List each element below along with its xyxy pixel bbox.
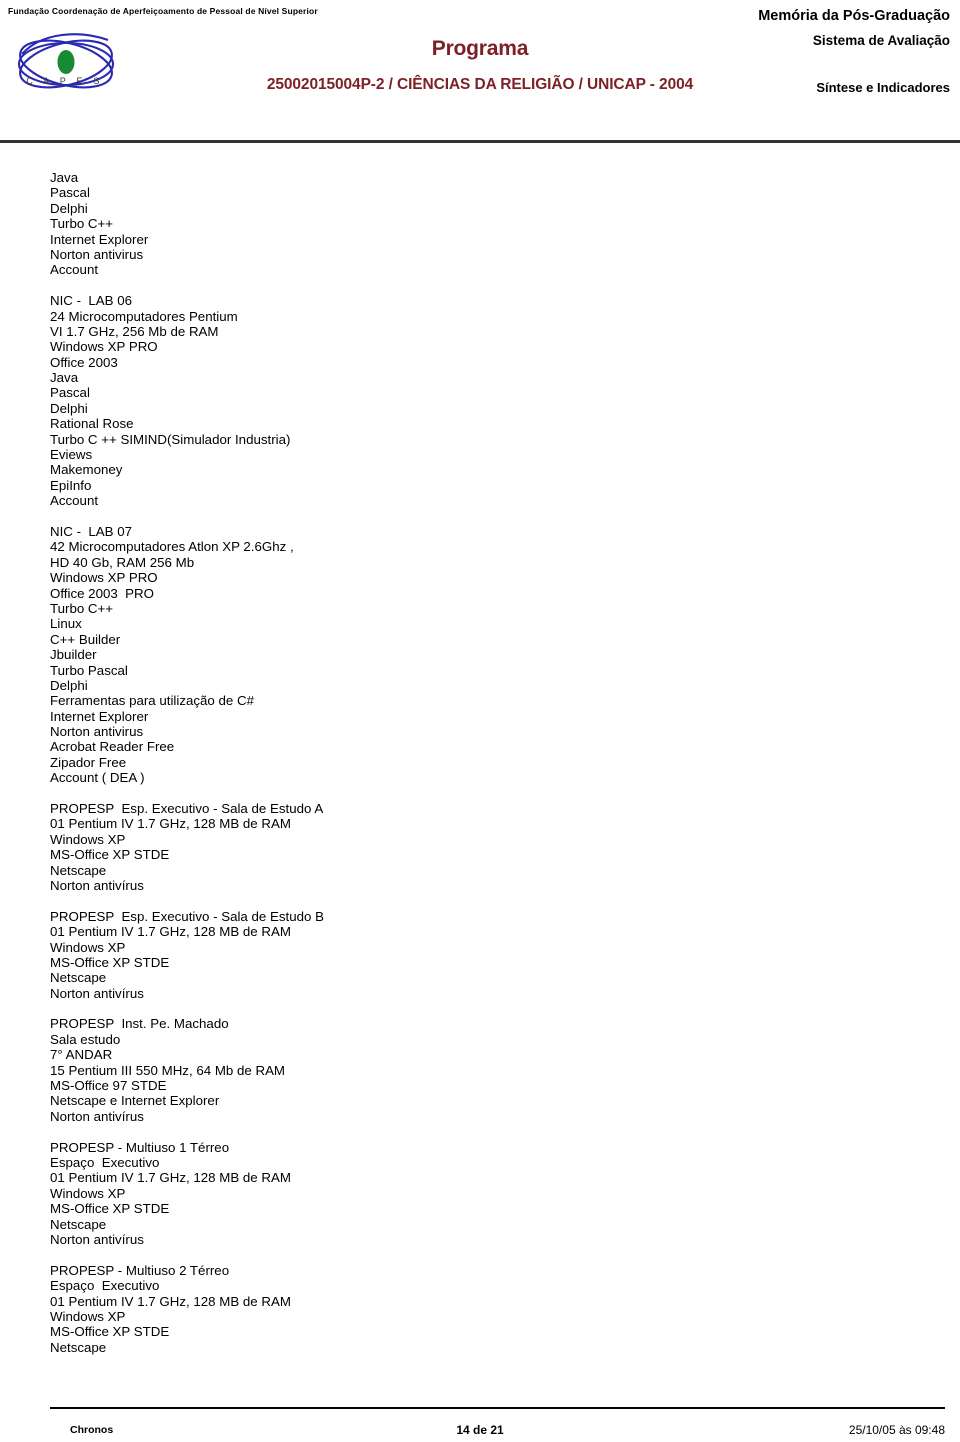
content-line: Espaço Executivo: [50, 1155, 160, 1170]
document-body: Java Pascal Delphi Turbo C++ Internet Explor…: [0, 170, 960, 1407]
content-line: Internet Explorer: [50, 231, 149, 247]
content-line: MS-Office XP STDE: [50, 847, 170, 863]
content-line: PROPESP - Multiuso 1 Térreo: [50, 1139, 230, 1155]
content-line: PROPESP Inst. Pe. Machado: [50, 1016, 229, 1032]
content-line: Office 2003 PRO: [50, 585, 154, 601]
system-subtitle: Sistema de Avaliação: [812, 33, 950, 48]
content-line: 24 Microcomputadores Pentium: [50, 308, 238, 324]
content-line: Account ( DEA ): [50, 770, 145, 786]
content-line: Windows XP: [50, 939, 126, 955]
content-line: Turbo C ++ SIMIND(Simulador Industria): [50, 431, 291, 447]
section-label: Síntese e Indicadores: [816, 80, 950, 95]
content-line: Zipador Free: [50, 754, 127, 770]
content-line: 01 Pentium IV 1.7 GHz, 128 MB de RAM: [50, 1170, 291, 1186]
content-line: Windows XP: [50, 1308, 126, 1324]
content-line: EpiInfo: [50, 477, 92, 493]
content-line: Internet Explorer: [50, 708, 149, 724]
header-divider: [0, 140, 960, 143]
content-line: Java: [50, 170, 79, 185]
content-line: Norton antivirus: [50, 246, 144, 262]
content-line: NIC - LAB 07: [50, 523, 133, 539]
capes-wordmark: C A P E S: [26, 76, 104, 86]
capes-logo-icon: [8, 24, 126, 116]
content-line: Ferramentas para utilização de C#: [50, 693, 254, 709]
content-line: MS-Office XP STDE: [50, 1201, 170, 1217]
content-line: 01 Pentium IV 1.7 GHz, 128 MB de RAM: [50, 924, 291, 940]
content-line: Norton antivirus: [50, 724, 144, 740]
content-line: PROPESP Esp. Executivo - Sala de Estudo …: [50, 908, 324, 924]
content-line: Makemoney: [50, 462, 123, 478]
content-line: Espaço Executivo: [50, 1278, 160, 1294]
content-line: Windows XP: [50, 831, 126, 847]
content-line: MS-Office XP STDE: [50, 954, 170, 970]
content-line: Windows XP: [50, 1185, 126, 1201]
content-line: Delphi: [50, 400, 88, 416]
content-line: Java: [50, 370, 79, 386]
content-line: Linux: [50, 616, 82, 632]
content-line: Netscape: [50, 1339, 107, 1355]
content-line: Rational Rose: [50, 416, 134, 432]
content-line: Jbuilder: [50, 647, 97, 663]
content-line: 15 Pentium III 550 MHz, 64 Mb de RAM: [50, 1062, 286, 1078]
capes-tagline: Fundação Coordenação de Aperfeiçoamento …: [8, 6, 318, 16]
content-line: NIC - LAB 06: [50, 293, 133, 309]
content-line: Netscape: [50, 1216, 107, 1232]
content-line: PROPESP Esp. Executivo - Sala de Estudo …: [50, 801, 324, 817]
content-line: Delphi: [50, 677, 88, 693]
content-line: 01 Pentium IV 1.7 GHz, 128 MB de RAM: [50, 816, 291, 832]
content-line: VI 1.7 GHz, 256 Mb de RAM: [50, 323, 219, 339]
content-line: MS-Office 97 STDE: [50, 1078, 167, 1094]
content-line: Turbo C++: [50, 600, 114, 616]
content-line: Office 2003: [50, 354, 118, 370]
content-line: Turbo C++: [50, 216, 114, 232]
content-line: Norton antivírus: [50, 1231, 144, 1247]
footer-page-indicator: 14 de 21: [456, 1423, 504, 1437]
content-line: Eviews: [50, 447, 93, 463]
content-line: C++ Builder: [50, 631, 121, 647]
content-line: Netscape e Internet Explorer: [50, 1093, 220, 1109]
content-line: Acrobat Reader Free: [50, 739, 175, 755]
content-line: Netscape: [50, 970, 107, 986]
content-line: PROPESP - Multiuso 2 Térreo: [50, 1262, 230, 1278]
content-line: Delphi: [50, 200, 88, 216]
content-line: 42 Microcomputadores Atlon XP 2.6Ghz ,: [50, 539, 294, 555]
content-line: 7° ANDAR: [50, 1047, 113, 1063]
footer-timestamp: 25/10/05 às 09:48: [848, 1423, 945, 1437]
content-line: Account: [50, 262, 99, 278]
content-line: MS-Office XP STDE: [50, 1324, 170, 1340]
footer-divider: [50, 1407, 945, 1409]
content-line: HD 40 Gb, RAM 256 Mb: [50, 554, 195, 570]
content-line: Sala estudo: [50, 1031, 121, 1047]
content-line: Norton antivírus: [50, 1108, 144, 1124]
document-header: Fundação Coordenação de Aperfeiçoamento …: [0, 0, 960, 143]
content-line: Norton antivírus: [50, 985, 144, 1001]
content-line: Pascal: [50, 385, 90, 401]
content-line: 01 Pentium IV 1.7 GHz, 128 MB de RAM: [50, 1293, 291, 1309]
content-line: Turbo Pascal: [50, 662, 128, 678]
header-right-block: Memória da Pós-Graduação Sistema de Aval…: [650, 8, 950, 95]
content-line: Pascal: [50, 185, 90, 201]
content-line: Netscape: [50, 862, 107, 878]
system-title: Memória da Pós-Graduação: [758, 8, 950, 24]
document-footer: Chronos 14 de 21 25/10/05 às 09:48: [0, 1407, 960, 1442]
content-line: Norton antivírus: [50, 877, 144, 893]
content-line: Windows XP PRO: [50, 339, 158, 355]
content-line: Account: [50, 493, 99, 509]
content-line: Windows XP PRO: [50, 570, 158, 586]
